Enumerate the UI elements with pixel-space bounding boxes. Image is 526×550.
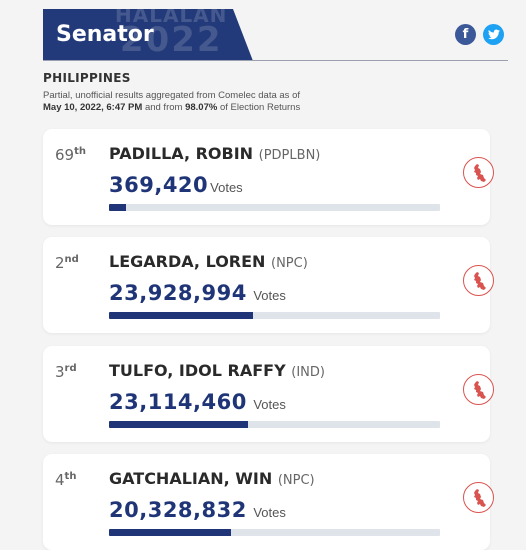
votes-label: Votes <box>253 397 286 412</box>
candidate-name: TULFO, IDOL RAFFY <box>109 361 286 380</box>
philippines-map-icon <box>473 380 486 399</box>
vote-progress-bar <box>109 204 440 211</box>
philippines-map-icon <box>473 488 486 507</box>
vote-count: 369,420 <box>109 173 209 197</box>
note-percent: 98.07% <box>185 102 218 113</box>
candidate-name-line: GATCHALIAN, WIN (NPC) <box>109 469 315 488</box>
vote-count: 23,928,994 <box>109 281 247 305</box>
votes-line: 369,420 Votes <box>109 173 243 197</box>
candidate-name-line: LEGARDA, LOREN (NPC) <box>109 252 308 271</box>
region-map-button[interactable] <box>463 265 494 296</box>
vote-progress-bar <box>109 421 440 428</box>
rank-number: 2 <box>55 254 65 272</box>
results-note: Partial, unofficial results aggregated f… <box>43 90 363 114</box>
vote-progress-bar <box>109 312 440 319</box>
candidate-card[interactable]: 4th GATCHALIAN, WIN (NPC) 20,328,832 Vot… <box>43 454 494 550</box>
candidate-card[interactable]: 2nd LEGARDA, LOREN (NPC) 23,928,994 Vote… <box>43 237 494 333</box>
candidate-card[interactable]: 3rd TULFO, IDOL RAFFY (IND) 23,114,460 V… <box>43 346 494 442</box>
rank: 4th <box>55 471 76 489</box>
region-label: PHILIPPINES <box>43 71 131 85</box>
header-divider <box>43 60 508 61</box>
vote-progress-fill <box>109 421 249 428</box>
vote-progress-fill <box>109 312 253 319</box>
votes-line: 23,928,994 Votes <box>109 281 286 305</box>
vote-count: 20,328,832 <box>109 498 247 522</box>
rank-number: 4 <box>55 471 65 489</box>
note-suffix: of Election Returns <box>219 102 301 113</box>
facebook-share-button[interactable]: f <box>455 24 476 45</box>
region-map-button[interactable] <box>463 374 494 405</box>
note-date: May 10, 2022, 6:47 PM <box>43 102 143 113</box>
candidate-name: LEGARDA, LOREN <box>109 252 266 271</box>
candidate-party: (NPC) <box>277 473 315 488</box>
vote-count: 23,114,460 <box>109 390 247 414</box>
twitter-icon <box>487 29 500 40</box>
candidate-party: (NPC) <box>271 256 308 271</box>
rank: 69th <box>55 146 86 164</box>
rank-suffix: th <box>64 471 77 482</box>
candidate-card[interactable]: 69th PADILLA, ROBIN (PDPLBN) 369,420 Vote… <box>43 129 494 225</box>
vote-progress-fill <box>109 204 126 211</box>
rank-suffix: nd <box>64 254 79 265</box>
votes-line: 20,328,832 Votes <box>109 498 286 522</box>
header-banner: HALALAN 2022 Senator <box>43 9 253 61</box>
votes-label: Votes <box>210 180 243 195</box>
rank: 2nd <box>55 254 79 272</box>
candidate-party: (IND) <box>291 365 325 380</box>
votes-label: Votes <box>253 288 286 303</box>
philippines-map-icon <box>473 163 486 182</box>
vote-progress-fill <box>109 529 232 536</box>
twitter-share-button[interactable] <box>483 24 504 45</box>
note-prefix: Partial, unofficial results aggregated f… <box>43 90 300 101</box>
page-title: Senator <box>56 22 154 47</box>
rank-suffix: rd <box>64 363 77 374</box>
facebook-icon: f <box>462 27 469 42</box>
philippines-map-icon <box>473 271 486 290</box>
rank-number: 3 <box>55 363 65 381</box>
rank: 3rd <box>55 363 77 381</box>
votes-label: Votes <box>253 505 286 520</box>
rank-number: 69 <box>55 146 75 164</box>
region-map-button[interactable] <box>463 157 494 188</box>
candidate-name-line: PADILLA, ROBIN (PDPLBN) <box>109 144 320 163</box>
rank-suffix: th <box>74 146 86 157</box>
note-middle: and from <box>144 102 183 113</box>
candidate-party: (PDPLBN) <box>258 148 321 163</box>
region-map-button[interactable] <box>463 482 494 513</box>
candidate-name-line: TULFO, IDOL RAFFY (IND) <box>109 361 325 380</box>
vote-progress-bar <box>109 529 440 536</box>
candidate-name: GATCHALIAN, WIN <box>109 469 273 488</box>
votes-line: 23,114,460 Votes <box>109 390 286 414</box>
candidate-name: PADILLA, ROBIN <box>109 144 254 163</box>
